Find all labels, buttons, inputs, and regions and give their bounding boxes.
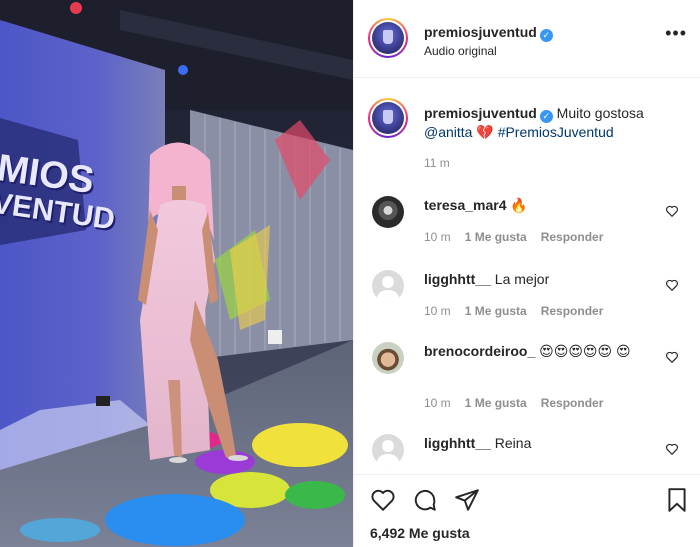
comment-text: ligghhtt__ La mejor [424,270,654,288]
heart-icon[interactable] [370,487,396,513]
likes-count[interactable]: 6,492 Me gusta [370,525,470,541]
post-header: premiosjuventud ✓ Audio original ••• [354,0,700,78]
commenter-avatar[interactable] [372,434,404,466]
caption-time[interactable]: 11 m [424,156,450,170]
comment-meta: 10 m 1 Me gusta Responder [424,230,617,244]
commenter-avatar[interactable] [372,196,404,228]
comment-meta: 10 m 1 Me gusta Responder [424,304,617,318]
verified-badge-icon: ✓ [539,29,553,42]
comment-username[interactable]: ligghhtt__ [424,435,491,451]
comment-icon[interactable] [412,487,438,513]
comment-text: teresa_mar4 🔥 [424,196,654,214]
post-side-panel: premiosjuventud ✓ Audio original ••• prem… [353,0,700,547]
commenter-avatar[interactable] [372,270,404,302]
broken-heart-emoji: 💔 [476,124,494,140]
share-icon[interactable] [454,487,480,513]
post-media[interactable]: MIOS VENTUD [0,0,353,547]
reply-button[interactable]: Responder [541,396,604,410]
comment-time[interactable]: 10 m [424,304,451,318]
bookmark-icon[interactable] [664,487,690,513]
comment-body: La mejor [490,271,550,287]
comment-like-heart-icon[interactable] [665,442,679,456]
more-options-icon[interactable]: ••• [665,24,687,42]
comment-like-heart-icon[interactable] [665,350,679,364]
comment-likes[interactable]: 1 Me gusta [465,396,527,410]
comment-like-heart-icon[interactable] [665,204,679,218]
comment-body: 😍😍😍😍😍 😍 [535,343,631,359]
caption-avatar[interactable] [368,98,408,138]
comment-likes[interactable]: 1 Me gusta [465,304,527,318]
commenter-avatar[interactable] [372,342,404,374]
audio-label[interactable]: Audio original [424,44,497,58]
verified-badge-icon: ✓ [539,110,553,123]
comment-username[interactable]: ligghhtt__ [424,271,491,287]
caption-body: Muito gostosa [552,105,644,121]
post-photo [0,0,353,547]
caption-hashtag[interactable]: #PremiosJuventud [498,124,614,140]
comment-likes[interactable]: 1 Me gusta [465,230,527,244]
author-avatar[interactable] [368,18,408,58]
comment-body: Reina [490,435,532,451]
comment-time[interactable]: 10 m [424,230,451,244]
post-action-bar: 6,492 Me gusta [354,474,700,547]
comment-username[interactable]: brenocordeiroo_ [424,343,535,359]
reply-button[interactable]: Responder [541,230,604,244]
caption-mention[interactable]: @anitta [424,124,472,140]
author-username[interactable]: premiosjuventud [424,24,537,40]
comment-text: brenocordeiroo_ 😍😍😍😍😍 😍 [424,342,654,360]
comment-username[interactable]: teresa_mar4 [424,197,507,213]
comment-meta: 10 m 1 Me gusta Responder [424,396,617,410]
comment-like-heart-icon[interactable] [665,278,679,292]
comment-time[interactable]: 10 m [424,396,451,410]
comment-text: ligghhtt__ Reina [424,434,654,452]
caption-username[interactable]: premiosjuventud [424,105,537,121]
caption-text: premiosjuventud ✓ Muito gostosa @anitta 💔… [424,104,689,141]
reply-button[interactable]: Responder [541,304,604,318]
comment-body: 🔥 [506,197,528,213]
